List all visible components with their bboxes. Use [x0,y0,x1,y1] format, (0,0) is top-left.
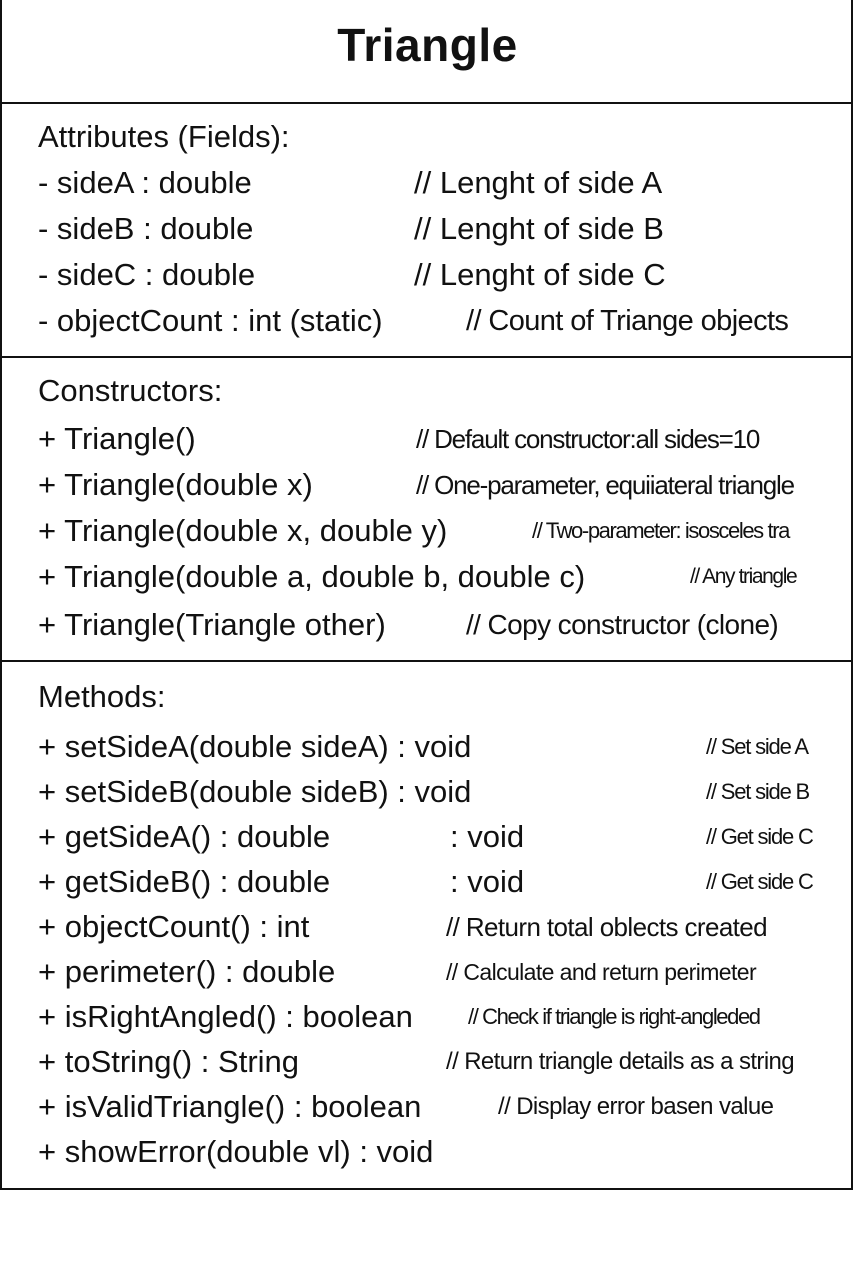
attribute-row: - sideA : double // Lenght of side A [38,160,829,206]
attributes-section: Attributes (Fields): - sideA : double //… [2,104,853,358]
method-signature: + objectCount() : int [38,909,310,944]
method-return-type: : void [450,819,525,854]
constructors-heading: Constructors: [38,373,223,408]
method-comment: // Return total oblects created [446,912,768,942]
method-return-type: : void [450,864,525,899]
method-signature: + perimeter() : double [38,954,336,989]
method-comment: // Display error basen value [498,1093,774,1120]
constructor-comment: // Default constructor:all sides=10 [416,424,760,454]
attribute-comment: // Count of Triange objects [466,305,789,337]
constructors-section: Constructors: + Triangle() // Default co… [2,358,853,662]
method-row: + getSideA() : double : void // Get side… [38,814,829,860]
constructor-comment: // One-parameter, equiiateral triangle [416,470,795,500]
constructor-row: + Triangle(double x) // One-parameter, e… [38,462,829,508]
method-row: + getSideB() : double : void // Get side… [38,859,829,905]
class-name: Triangle [337,19,518,71]
method-row: + perimeter() : double // Calculate and … [38,949,829,995]
method-row: + isValidTriangle() : boolean // Display… [38,1084,829,1130]
method-signature: + showError(double vl) : void [38,1134,434,1169]
method-signature: + isValidTriangle() : boolean [38,1089,422,1124]
method-row: + objectCount() : int // Return total ob… [38,904,829,950]
method-comment: // Get side C [706,869,814,894]
method-signature: + getSideB() : double [38,864,331,899]
method-comment: // Calculate and return perimeter [446,959,757,985]
constructor-row: + Triangle() // Default constructor:all … [38,416,829,462]
method-comment: // Return triangle details as a string [446,1048,795,1075]
attribute-signature: - objectCount : int (static) [38,303,383,338]
methods-heading: Methods: [38,679,166,714]
constructor-signature: + Triangle(double a, double b, double c) [38,559,586,594]
constructor-signature: + Triangle(Triangle other) [38,607,386,642]
method-signature: + setSideB(double sideB) : void [38,774,472,809]
method-comment: // Set side A [706,734,809,759]
constructor-comment: // Any triangle [690,565,798,588]
method-comment: // Set side B [706,779,810,804]
attribute-row: - sideC : double // Lenght of side C [38,252,829,298]
method-signature: + setSideA(double sideA) : void [38,729,472,764]
constructor-row: + Triangle(double x, double y) // Two-pa… [38,508,829,554]
constructor-signature: + Triangle() [38,421,196,456]
method-row: + setSideA(double sideA) : void // Set s… [38,724,829,770]
constructor-row: + Triangle(Triangle other) // Copy const… [38,602,829,648]
method-comment: // Get side C [706,824,814,849]
attribute-comment: // Lenght of side C [414,257,666,292]
method-row: + toString() : String // Return triangle… [38,1039,829,1085]
method-row: + isRightAngled() : boolean // Check if … [38,994,829,1040]
attribute-signature: - sideC : double [38,257,256,292]
method-signature: + getSideA() : double [38,819,331,854]
method-row: + setSideB(double sideB) : void // Set s… [38,769,829,815]
class-name-section: Triangle [2,0,853,104]
constructor-comment: // Two-parameter: isosceles tra [532,518,790,543]
attribute-signature: - sideA : double [38,165,252,200]
attribute-row: - objectCount : int (static) // Count of… [38,298,829,344]
attribute-comment: // Lenght of side A [414,165,663,200]
method-row: + showError(double vl) : void [38,1129,829,1175]
method-signature: + toString() : String [38,1044,300,1079]
constructor-row: + Triangle(double a, double b, double c)… [38,554,829,600]
methods-section: Methods: + setSideA(double sideA) : void… [2,662,853,1190]
attribute-signature: - sideB : double [38,211,254,246]
attributes-heading: Attributes (Fields): [38,119,290,154]
constructor-signature: + Triangle(double x) [38,467,313,502]
attribute-row: - sideB : double // Lenght of side B [38,206,829,252]
constructor-comment: // Copy constructor (clone) [466,609,779,640]
attribute-comment: // Lenght of side B [414,211,664,246]
constructor-signature: + Triangle(double x, double y) [38,513,448,548]
uml-class-box: Triangle Attributes (Fields): - sideA : … [0,0,853,1190]
method-signature: + isRightAngled() : boolean [38,999,413,1034]
method-comment: // Check if triangle is right-angleded [468,1004,761,1029]
